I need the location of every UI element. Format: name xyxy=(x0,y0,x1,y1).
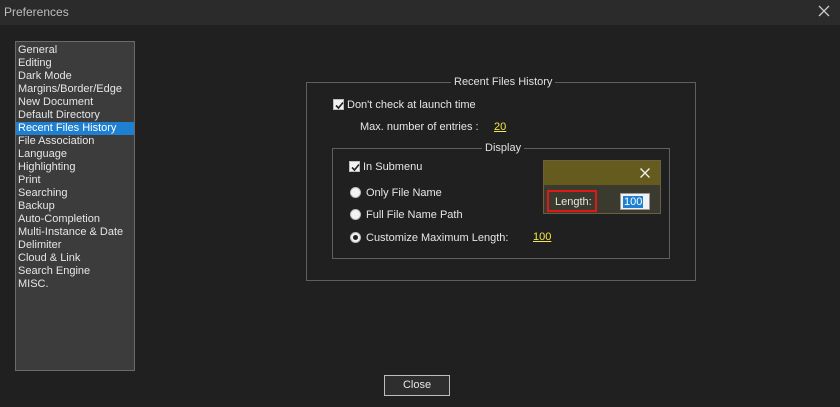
sidebar-item[interactable]: File Association xyxy=(16,135,134,148)
close-button[interactable]: Close xyxy=(384,375,450,396)
sidebar-item[interactable]: Highlighting xyxy=(16,161,134,174)
recent-files-group-title: Recent Files History xyxy=(451,75,556,89)
window-title: Preferences xyxy=(4,5,69,19)
sidebar-item[interactable]: Multi-Instance & Date xyxy=(16,226,134,239)
length-input-value: 100 xyxy=(623,196,644,208)
in-submenu-checkbox[interactable] xyxy=(349,161,360,172)
sidebar-item[interactable]: Recent Files History xyxy=(16,122,134,135)
length-label: Length: xyxy=(555,196,592,208)
full-path-radio[interactable] xyxy=(350,209,361,220)
sidebar-item[interactable]: General xyxy=(16,44,134,57)
display-group-title: Display xyxy=(482,141,525,155)
length-popup: Length: 100 xyxy=(543,160,661,214)
sidebar-item[interactable]: Auto-Completion xyxy=(16,213,134,226)
sidebar-item[interactable]: Searching xyxy=(16,187,134,200)
close-icon[interactable] xyxy=(816,3,832,19)
max-entries-value[interactable]: 20 xyxy=(494,121,506,134)
sidebar-item[interactable]: MISC. xyxy=(16,278,134,291)
dont-check-label: Don't check at launch time xyxy=(347,99,476,111)
sidebar-item[interactable]: New Document xyxy=(16,96,134,109)
only-file-name-label: Only File Name xyxy=(366,187,442,199)
sidebar-item[interactable]: Cloud & Link xyxy=(16,252,134,265)
sidebar-item[interactable]: Margins/Border/Edge xyxy=(16,83,134,96)
sidebar-item[interactable]: Default Directory xyxy=(16,109,134,122)
sidebar-item[interactable]: Backup xyxy=(16,200,134,213)
category-list[interactable]: General Editing Dark Mode Margins/Border/Ed… xyxy=(15,41,135,371)
sidebar-item[interactable]: Delimiter xyxy=(16,239,134,252)
popup-header xyxy=(544,161,660,185)
sidebar-item[interactable]: Language xyxy=(16,148,134,161)
custom-length-label: Customize Maximum Length: xyxy=(366,232,509,244)
custom-length-radio[interactable] xyxy=(350,232,361,243)
sidebar-item[interactable]: Print xyxy=(16,174,134,187)
length-label-highlight: Length: xyxy=(547,190,597,212)
only-file-name-radio[interactable] xyxy=(350,187,361,198)
title-bar: Preferences xyxy=(0,0,840,25)
full-path-label: Full File Name Path xyxy=(366,209,463,221)
sidebar-item[interactable]: Dark Mode xyxy=(16,70,134,83)
length-input[interactable]: 100 xyxy=(620,193,650,210)
popup-close-icon[interactable] xyxy=(639,167,651,179)
dont-check-checkbox[interactable] xyxy=(333,99,344,110)
sidebar-item[interactable]: Editing xyxy=(16,57,134,70)
max-entries-label: Max. number of entries : xyxy=(360,121,479,133)
custom-length-value[interactable]: 100 xyxy=(533,231,551,244)
sidebar-item[interactable]: Search Engine xyxy=(16,265,134,278)
in-submenu-label: In Submenu xyxy=(363,161,423,173)
